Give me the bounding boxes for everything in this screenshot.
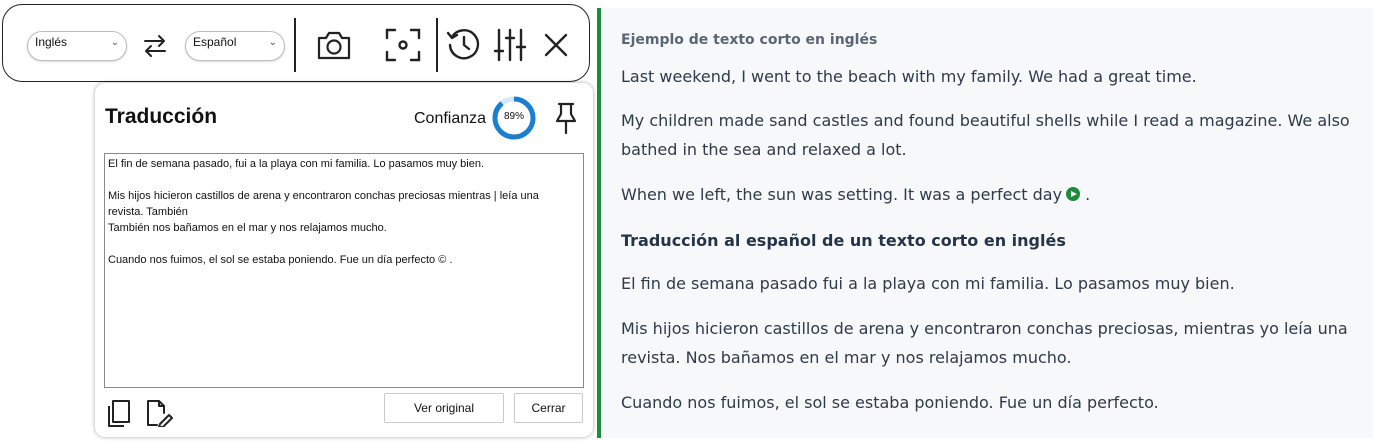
textarea-line: El fin de semana pasado, fui a la playa …: [108, 158, 485, 170]
article-paragraph: El fin de semana pasado fui a la playa c…: [621, 274, 1235, 293]
settings-sliders-icon[interactable]: [493, 27, 527, 67]
translation-panel: Traducción Confianza 89% El fin de seman…: [95, 83, 593, 437]
source-language-value: Inglés: [35, 35, 68, 49]
edit-document-icon[interactable]: [145, 399, 173, 431]
swap-languages-icon[interactable]: [142, 33, 168, 63]
article-paragraph: bathed in the sea and relaxed a lot.: [621, 140, 907, 159]
history-icon[interactable]: [446, 27, 482, 67]
screen-capture-icon[interactable]: [384, 26, 422, 68]
article-paragraph: Cuando nos fuimos, el sol se estaba poni…: [621, 393, 1159, 412]
camera-icon[interactable]: [316, 28, 352, 66]
target-language-select[interactable]: Español ⌄: [185, 31, 285, 61]
article-paragraph: When we left, the sun was setting. It wa…: [621, 180, 1090, 209]
translator-toolbar: Inglés ⌄ Español ⌄: [2, 4, 590, 82]
confidence-value: 89%: [503, 111, 524, 122]
textarea-line: Cuando nos fuimos, el sol se estaba poni…: [108, 254, 453, 266]
toolbar-divider: [436, 18, 438, 72]
article-panel: Ejemplo de texto corto en inglés Last we…: [597, 8, 1373, 438]
textarea-line: revista. También: [108, 206, 188, 218]
textarea-line: Mis hijos hicieron castillos de arena y …: [108, 190, 539, 202]
article-paragraph: Mis hijos hicieron castillos de arena y …: [621, 319, 1348, 338]
article-paragraph: Last weekend, I went to the beach with m…: [621, 67, 1197, 86]
translation-textarea[interactable]: El fin de semana pasado, fui a la playa …: [104, 153, 584, 388]
panel-title: Traducción: [105, 105, 218, 128]
article-paragraph: My children made sand castles and found …: [621, 111, 1350, 130]
chevron-down-icon: ⌄: [268, 37, 277, 48]
source-language-select[interactable]: Inglés ⌄: [27, 31, 127, 61]
pin-icon[interactable]: [553, 101, 579, 139]
close-panel-button[interactable]: Cerrar: [514, 393, 583, 423]
copy-icon[interactable]: [107, 399, 131, 431]
view-original-button[interactable]: Ver original: [384, 393, 504, 423]
play-icon[interactable]: [1066, 187, 1081, 201]
textarea-line: [108, 172, 580, 188]
article-paragraph: revista. Nos bañamos en el mar y nos rel…: [621, 348, 1072, 367]
article-heading: Traducción al español de un texto corto …: [621, 231, 1066, 250]
target-language-value: Español: [193, 35, 237, 49]
article-paragraph-end: .: [1085, 185, 1091, 204]
confidence-label: Confianza: [414, 110, 487, 127]
toolbar-divider: [294, 18, 296, 72]
article-paragraph-text: When we left, the sun was setting. It wa…: [621, 185, 1063, 204]
article-subtitle: Ejemplo de texto corto en inglés: [621, 32, 878, 48]
chevron-down-icon: ⌄: [110, 37, 119, 48]
close-icon[interactable]: [543, 32, 569, 62]
textarea-line: [108, 236, 580, 252]
textarea-line: También nos bañamos en el mar y nos rela…: [108, 222, 387, 234]
